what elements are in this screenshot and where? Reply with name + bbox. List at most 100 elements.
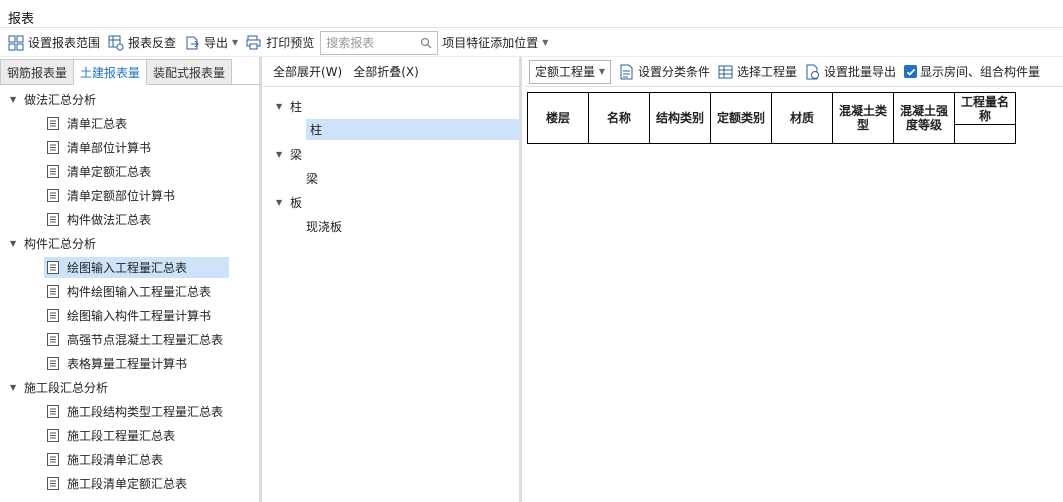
report-item-label: 清单定额汇总表 [67, 164, 152, 179]
report-list-item[interactable]: 绘图输入构件工程量计算书 [0, 303, 259, 327]
report-view-toolbar: 定额工程量 ▼ 设置分类条件 选择工程量 设置批量导出 显示房间、组合构件量 [525, 57, 1063, 87]
report-item-body: 高强节点混凝土工程量汇总表 [44, 329, 227, 350]
collapse-all-button[interactable]: 全部折叠(X) [353, 63, 419, 80]
component-group[interactable]: ▼ 板 [264, 190, 522, 214]
tab-civil-report[interactable]: 土建报表量 [73, 59, 148, 85]
report-list-item[interactable]: 构件绘图输入工程量汇总表 [0, 279, 259, 303]
column-header-concrete-type[interactable]: 混凝土类型 [832, 92, 894, 144]
tree-group[interactable]: ▼ 施工段汇总分析 [0, 375, 259, 399]
component-group-label: 柱 [290, 99, 303, 114]
report-item-body: 清单定额汇总表 [44, 161, 155, 182]
report-item-label: 构件绘图输入工程量汇总表 [67, 284, 212, 299]
set-classify-button[interactable]: 设置分类条件 [619, 63, 710, 80]
batch-export-button[interactable]: 设置批量导出 [805, 63, 896, 80]
feature-position-label: 项目特征添加位置 [442, 36, 539, 50]
set-classify-label: 设置分类条件 [638, 65, 711, 79]
column-header-quota-type[interactable]: 定额类别 [710, 92, 772, 144]
print-preview-label: 打印预览 [266, 36, 315, 50]
report-document-icon [47, 212, 59, 226]
collapse-triangle-icon[interactable]: ▼ [276, 150, 290, 159]
report-document-icon [47, 188, 59, 202]
report-list-item[interactable]: 高强节点混凝土工程量汇总表 [0, 327, 259, 351]
component-group-label: 梁 [290, 147, 303, 162]
set-report-range-button[interactable]: 设置报表范围 [4, 31, 104, 55]
reverse-check-label: 报表反查 [128, 36, 177, 50]
collapse-triangle-icon[interactable]: ▼ [10, 383, 24, 392]
report-document-icon [47, 116, 59, 130]
export-button[interactable]: 导出 ▼ [180, 31, 242, 55]
component-item[interactable]: 柱 [306, 119, 520, 140]
column-header-structure-type[interactable]: 结构类别 [649, 92, 711, 144]
collapse-triangle-icon[interactable]: ▼ [276, 198, 290, 207]
show-rooms-label: 显示房间、组合构件量 [920, 65, 1041, 79]
quantity-type-select[interactable]: 定额工程量 ▼ [529, 59, 611, 84]
chevron-down-icon: ▼ [232, 38, 239, 47]
report-item-body: 施工段清单汇总表 [44, 449, 167, 470]
component-group[interactable]: ▼ 柱 [264, 94, 522, 118]
tab-rebar-report[interactable]: 钢筋报表量 [0, 59, 75, 84]
tab-prefab-report[interactable]: 装配式报表量 [146, 59, 233, 84]
report-item-body: 施工段清单定额汇总表 [44, 473, 191, 494]
report-list-item[interactable]: 清单定额汇总表 [0, 159, 259, 183]
batch-export-icon [806, 64, 820, 79]
report-category-panel: 钢筋报表量 土建报表量 装配式报表量 ▼ 做法汇总分析 清单汇总表 清单部位计算书 清单… [0, 57, 262, 502]
report-document-icon [47, 452, 59, 466]
column-header-floor[interactable]: 楼层 [527, 92, 589, 144]
report-item-label: 清单部位计算书 [67, 140, 152, 155]
report-document-icon [47, 164, 59, 178]
tree-group[interactable]: ▼ 构件汇总分析 [0, 231, 259, 255]
column-header-name[interactable]: 名称 [588, 92, 650, 144]
print-preview-icon [246, 35, 261, 49]
report-list-item[interactable]: 施工段结构类型工程量汇总表 [0, 399, 259, 423]
table-search-icon [108, 35, 124, 50]
tree-group-label: 施工段汇总分析 [24, 380, 109, 395]
tree-group[interactable]: ▼ 做法汇总分析 [0, 87, 259, 111]
select-quantity-button[interactable]: 选择工程量 [718, 63, 797, 80]
quantity-type-value: 定额工程量 [535, 65, 596, 79]
report-list-item[interactable]: 施工段清单汇总表 [0, 447, 259, 471]
report-list-item[interactable]: 清单定额部位计算书 [0, 183, 259, 207]
column-header-quantity-name[interactable]: 工程量名称 [954, 92, 1016, 125]
component-tree-toolbar: 全部展开(W) 全部折叠(X) [264, 57, 522, 87]
report-list-item[interactable]: 清单部位计算书 [0, 135, 259, 159]
report-list-item[interactable]: 表格算量工程量计算书 [0, 351, 259, 375]
search-placeholder: 搜索报表 [326, 36, 375, 50]
report-item-body: 构件绘图输入工程量汇总表 [44, 281, 215, 302]
collapse-triangle-icon[interactable]: ▼ [276, 102, 290, 111]
report-item-label: 构件做法汇总表 [67, 212, 152, 227]
feature-position-dropdown[interactable]: 项目特征添加位置 ▼ [438, 31, 552, 55]
component-tree-panel: 全部展开(W) 全部折叠(X) ▼ 柱柱 ▼ 梁梁 ▼ 板现浇板 [264, 57, 522, 502]
report-document-icon [47, 284, 59, 298]
select-quantity-label: 选择工程量 [737, 65, 798, 79]
report-list-item[interactable]: 构件做法汇总表 [0, 207, 259, 231]
report-item-label: 施工段清单定额汇总表 [67, 476, 188, 491]
collapse-triangle-icon[interactable]: ▼ [10, 95, 24, 104]
grid-settings-icon [8, 35, 24, 50]
report-list-item[interactable]: 绘图输入工程量汇总表 [0, 255, 259, 279]
print-preview-button[interactable]: 打印预览 [242, 31, 318, 55]
quantity-report-table: 楼层 名称 结构类别 定额类别 材质 混凝土类型 混凝土强度等级 工程量名称 [527, 92, 1016, 144]
component-item[interactable]: 现浇板 [264, 214, 522, 238]
classify-icon [620, 64, 633, 79]
report-view-panel: 定额工程量 ▼ 设置分类条件 选择工程量 设置批量导出 显示房间、组合构件量 楼… [525, 57, 1063, 502]
report-list-item[interactable]: 清单汇总表 [0, 111, 259, 135]
column-header-concrete-grade[interactable]: 混凝土强度等级 [893, 92, 955, 144]
collapse-triangle-icon[interactable]: ▼ [10, 239, 24, 248]
report-list-item[interactable]: 施工段工程量汇总表 [0, 423, 259, 447]
window-title-bar: 报表 [0, 0, 1063, 28]
search-report-input[interactable]: 搜索报表 [320, 30, 439, 55]
report-item-body: 施工段结构类型工程量汇总表 [44, 401, 227, 422]
expand-all-button[interactable]: 全部展开(W) [273, 63, 342, 80]
report-item-body: 清单部位计算书 [44, 137, 155, 158]
column-header-material[interactable]: 材质 [771, 92, 833, 144]
reverse-check-button[interactable]: 报表反查 [104, 31, 180, 55]
tree-group-label: 构件汇总分析 [24, 236, 97, 251]
report-list-item[interactable]: 施工段清单定额汇总表 [0, 471, 259, 495]
show-rooms-checkbox[interactable]: 显示房间、组合构件量 [904, 63, 1040, 80]
component-group[interactable]: ▼ 梁 [264, 142, 522, 166]
report-item-label: 绘图输入构件工程量计算书 [67, 308, 212, 323]
report-document-icon [47, 140, 59, 154]
component-item[interactable]: 梁 [264, 166, 522, 190]
search-icon [421, 37, 432, 48]
checkbox-checked-icon [904, 65, 918, 78]
